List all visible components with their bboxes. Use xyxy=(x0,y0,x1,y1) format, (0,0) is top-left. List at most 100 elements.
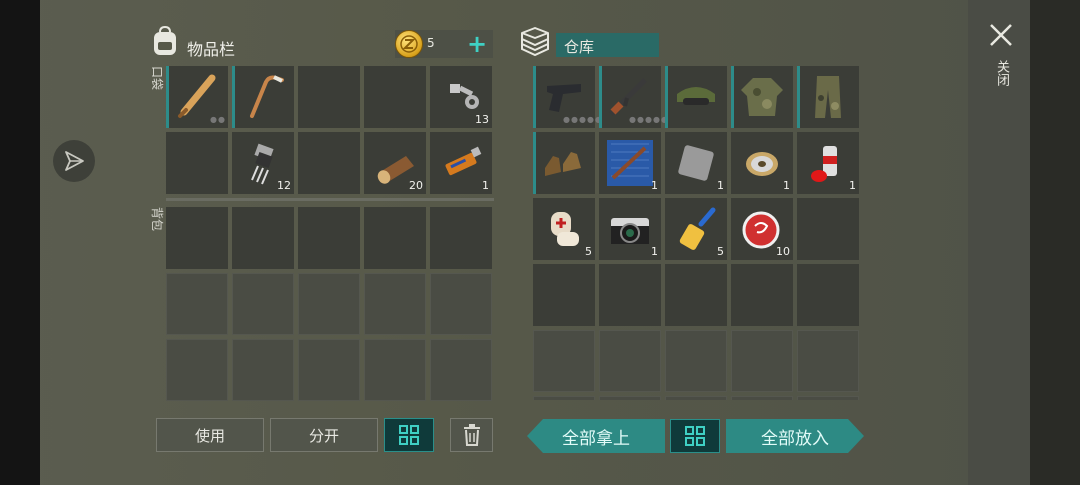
storage-slot-pistol[interactable]: ●●●●● xyxy=(533,66,602,128)
storage-slot-locked xyxy=(797,396,859,400)
backpack-slot[interactable] xyxy=(364,207,426,269)
storage-slot-wire-spool[interactable]: 1 xyxy=(731,132,793,194)
durability-bar xyxy=(533,132,536,194)
storage-slot-locked xyxy=(665,396,727,400)
storage-slot-locked xyxy=(599,330,661,392)
storage-slot-metal-plate[interactable]: 1 xyxy=(665,132,727,194)
storage-slot-camo-pants[interactable] xyxy=(797,66,859,128)
storage-slot-locked xyxy=(731,330,793,392)
backpack-slot-locked xyxy=(232,273,294,335)
storage-slot-rifle-blueprint[interactable]: 1 xyxy=(599,132,661,194)
pocket-slot-log[interactable]: 20 xyxy=(364,132,426,194)
durability-bar xyxy=(599,66,602,128)
take-all-button[interactable]: 全部拿上 xyxy=(527,419,665,453)
storage-slot-boots[interactable] xyxy=(533,132,595,194)
item-quantity: 1 xyxy=(482,179,489,192)
pocket-slot-empty[interactable] xyxy=(298,132,360,194)
pocket-slot-empty[interactable] xyxy=(298,66,360,128)
delete-button[interactable] xyxy=(450,418,493,452)
pocket-label: 口袋 xyxy=(150,66,164,91)
pocket-slot-empty[interactable] xyxy=(166,132,228,194)
glue-icon xyxy=(679,207,716,250)
left-screen-edge xyxy=(0,0,40,485)
camera-icon xyxy=(611,218,649,244)
currency-display: 5 + xyxy=(395,30,493,58)
pocket-slot-baseball-bat[interactable]: ●● xyxy=(166,66,228,128)
backpack-slot[interactable] xyxy=(232,207,294,269)
storage-slot-empty[interactable] xyxy=(533,264,595,326)
sort-grid-button[interactable] xyxy=(384,418,434,452)
storage-slot-empty[interactable] xyxy=(731,264,793,326)
usb-flash-drive-icon xyxy=(445,146,482,176)
item-quantity: 1 xyxy=(717,179,724,192)
item-quantity: 1 xyxy=(651,179,658,192)
item-quantity: 5 xyxy=(585,245,592,258)
right-screen-edge xyxy=(1030,0,1080,485)
backpack-slot[interactable] xyxy=(298,207,360,269)
trash-icon xyxy=(463,424,480,446)
close-label[interactable]: 关闭 xyxy=(992,60,1011,86)
item-quantity: 13 xyxy=(475,113,489,126)
bandage-icon xyxy=(551,212,579,246)
storage-sort-button[interactable] xyxy=(670,419,720,453)
split-button[interactable]: 分开 xyxy=(270,418,378,452)
backpack-slot-locked xyxy=(166,339,228,401)
storage-slot-bottle-cap[interactable]: 10 xyxy=(731,198,793,260)
storage-slot-locked xyxy=(665,330,727,392)
inventory-screen: { "header": { "inventory_title": "物品栏", … xyxy=(0,0,1080,485)
item-quantity: 5 xyxy=(717,245,724,258)
durability-bar xyxy=(166,66,169,128)
durability-dots: ●●●●● xyxy=(563,115,603,124)
item-quantity: 20 xyxy=(409,179,423,192)
paper-plane-icon xyxy=(65,151,84,171)
backpack-slot-locked xyxy=(298,339,360,401)
storage-slot-glue[interactable]: 5 xyxy=(665,198,727,260)
put-all-button[interactable]: 全部放入 xyxy=(726,419,864,453)
storage-slot-camera[interactable]: 1 xyxy=(599,198,661,260)
storage-slot-assault-rifle[interactable]: ●●●●● xyxy=(599,66,668,128)
hockey-stick-icon xyxy=(250,75,284,118)
metal-plate-icon xyxy=(678,145,714,181)
add-coins-button[interactable]: + xyxy=(467,30,487,58)
close-icon[interactable] xyxy=(988,22,1014,48)
storage-slot-empty[interactable] xyxy=(599,264,661,326)
storage-slot-military-cap[interactable] xyxy=(665,66,727,128)
use-button[interactable]: 使用 xyxy=(156,418,264,452)
backpack-slot[interactable] xyxy=(166,207,228,269)
storage-slot-locked xyxy=(533,396,595,400)
storage-slot-locked xyxy=(599,396,661,400)
durability-bar xyxy=(533,66,536,128)
storage-slot-empty[interactable] xyxy=(665,264,727,326)
backpack-slot[interactable] xyxy=(430,207,492,269)
military-cap-icon xyxy=(677,87,715,105)
backpack-slot-locked xyxy=(298,273,360,335)
durability-bar xyxy=(797,66,800,128)
navigation-button[interactable] xyxy=(53,140,95,182)
backpack-icon xyxy=(154,25,176,55)
storage-slot-bandage[interactable]: 5 xyxy=(533,198,595,260)
pocket-slot-bolt[interactable]: 13 xyxy=(430,66,492,128)
storage-slot-camo-jacket[interactable] xyxy=(731,66,793,128)
storage-slot-empty[interactable] xyxy=(797,264,859,326)
spray-can-icon xyxy=(811,146,837,182)
pocket-slot-electronic-component[interactable]: 12 xyxy=(232,132,294,194)
storage-slot-locked xyxy=(797,330,859,392)
durability-bar xyxy=(665,66,668,128)
camo-pants-icon xyxy=(815,76,841,118)
storage-slot-spray-can[interactable]: 1 xyxy=(797,132,859,194)
item-quantity: 1 xyxy=(849,179,856,192)
storage-stack-icon xyxy=(521,27,549,57)
pocket-slot-usb-drive[interactable]: 1 xyxy=(430,132,492,194)
item-quantity: 10 xyxy=(776,245,790,258)
durability-dots: ●● xyxy=(210,115,226,124)
coin-icon xyxy=(395,30,423,58)
pocket-slot-hockey-stick[interactable] xyxy=(232,66,294,128)
backpack-slot-locked xyxy=(430,273,492,335)
backpack-slot-locked xyxy=(430,339,492,401)
backpack-slot-locked xyxy=(364,273,426,335)
storage-title: 仓库 xyxy=(556,33,659,57)
item-quantity: 12 xyxy=(277,179,291,192)
storage-slot-empty[interactable] xyxy=(797,198,859,260)
storage-slot-locked xyxy=(731,396,793,400)
pocket-slot-empty[interactable] xyxy=(364,66,426,128)
